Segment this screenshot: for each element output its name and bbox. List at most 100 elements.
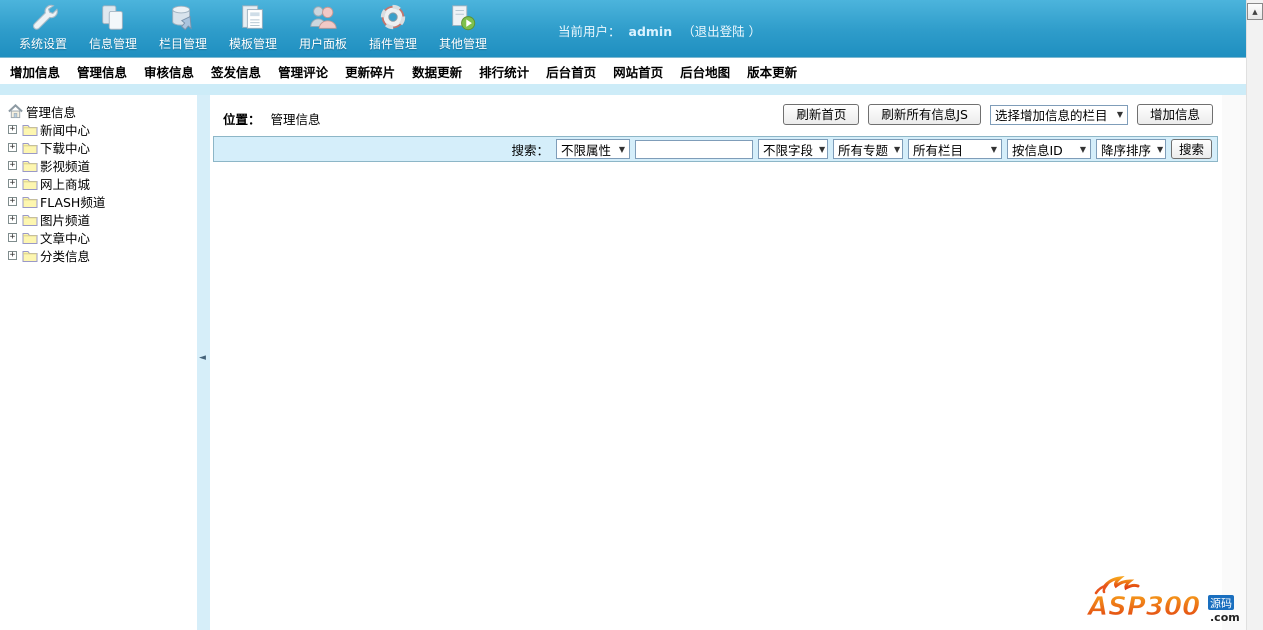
folder-icon xyxy=(22,213,38,226)
chevron-down-icon: ▼ xyxy=(1079,144,1086,154)
wrench-icon xyxy=(28,2,58,34)
search-field-select[interactable]: 不限字段 ▼ xyxy=(757,139,828,159)
select-value: 选择增加信息的栏目 xyxy=(994,108,1108,123)
search-bar: 搜索： 不限属性 ▼ 不限字段 ▼ 所有专题 ▼ 所有栏目 ▼ 按信息ID ▼ xyxy=(213,136,1218,162)
nav-template-management[interactable]: 模板管理 xyxy=(218,2,288,56)
nav-info-management[interactable]: 信息管理 xyxy=(78,2,148,56)
folder-icon xyxy=(22,231,38,244)
menu-item-admin-map[interactable]: 后台地图 xyxy=(680,62,730,81)
expand-plus-icon[interactable]: + xyxy=(8,161,17,170)
select-value: 按信息ID xyxy=(1011,142,1063,158)
tree-item-article-center: + 文章中心 xyxy=(8,229,197,246)
logo-suffix: .com xyxy=(1210,611,1240,624)
expand-plus-icon[interactable]: + xyxy=(8,143,17,152)
menu-item-manage-comments[interactable]: 管理评论 xyxy=(278,62,328,81)
menu-item-version-update[interactable]: 版本更新 xyxy=(747,62,797,81)
main-content: 位置： 管理信息 刷新首页 刷新所有信息JS 选择增加信息的栏目 ▼ 增加信息 搜… xyxy=(210,95,1222,630)
tree-label[interactable]: 文章中心 xyxy=(40,228,90,247)
breadcrumb: 位置： 管理信息 xyxy=(223,109,321,128)
right-gutter xyxy=(1222,95,1246,630)
template-icon xyxy=(238,2,268,34)
search-orderdir-select[interactable]: 降序排序 ▼ xyxy=(1095,139,1166,159)
folder-icon xyxy=(22,177,38,190)
tree-label[interactable]: 网上商城 xyxy=(40,174,90,193)
menu-item-admin-home[interactable]: 后台首页 xyxy=(546,62,596,81)
search-column-select[interactable]: 所有栏目 ▼ xyxy=(907,139,1002,159)
tree-label[interactable]: 分类信息 xyxy=(40,246,90,265)
nav-user-panel[interactable]: 用户面板 xyxy=(288,2,358,56)
refresh-all-js-button[interactable]: 刷新所有信息JS xyxy=(868,104,981,125)
search-topic-select[interactable]: 所有专题 ▼ xyxy=(832,139,903,159)
nav-other-management[interactable]: 其他管理 xyxy=(428,2,498,56)
collapse-left-icon: ◄ xyxy=(199,353,206,363)
menu-item-data-update[interactable]: 数据更新 xyxy=(412,62,462,81)
search-button[interactable]: 搜索 xyxy=(1170,139,1212,159)
vertical-scrollbar[interactable]: ▲ xyxy=(1246,0,1263,630)
select-value: 所有栏目 xyxy=(912,142,963,158)
nav-label: 插件管理 xyxy=(368,37,417,51)
refresh-home-button[interactable]: 刷新首页 xyxy=(783,104,860,125)
tree-label[interactable]: FLASH频道 xyxy=(40,192,105,211)
menu-item-sign-info[interactable]: 签发信息 xyxy=(211,62,261,81)
user-info: 当前用户： admin （退出登陆 ） xyxy=(558,21,761,40)
header-nav: 系统设置 信息管理 栏目管理 模板管理 用户面板 插件管理 其他管理 xyxy=(8,2,498,56)
menu-item-ranking-stats[interactable]: 排行统计 xyxy=(479,62,529,81)
nav-label: 系统设置 xyxy=(18,37,67,51)
tree-label[interactable]: 影视频道 xyxy=(40,156,90,175)
chevron-down-icon: ▼ xyxy=(990,144,997,154)
logo-text: ASP300 xyxy=(1086,592,1200,622)
logout-link[interactable]: （退出登陆 ） xyxy=(682,24,761,39)
divider-strip xyxy=(0,84,1246,95)
search-keyword-input[interactable] xyxy=(634,139,753,159)
expand-plus-icon[interactable]: + xyxy=(8,251,17,260)
tree-item-flash-channel: + FLASH频道 xyxy=(8,193,197,210)
nav-label: 模板管理 xyxy=(228,37,277,51)
current-user-label: 当前用户： xyxy=(558,24,621,39)
select-value: 所有专题 xyxy=(837,142,888,158)
tree-label[interactable]: 图片频道 xyxy=(40,210,90,229)
menu-item-update-fragments[interactable]: 更新碎片 xyxy=(345,62,395,81)
add-info-column-select[interactable]: 选择增加信息的栏目 ▼ xyxy=(989,104,1128,125)
nav-system-settings[interactable]: 系统设置 xyxy=(8,2,78,56)
folder-icon xyxy=(22,141,38,154)
search-orderby-select[interactable]: 按信息ID ▼ xyxy=(1006,139,1091,159)
menubar: 增加信息 管理信息 审核信息 签发信息 管理评论 更新碎片 数据更新 排行统计 … xyxy=(0,57,1246,84)
folder-icon xyxy=(22,249,38,262)
tree-item-video-channel: + 影视频道 xyxy=(8,157,197,174)
tree-item-download-center: + 下载中心 xyxy=(8,139,197,156)
menu-item-add-info[interactable]: 增加信息 xyxy=(10,62,60,81)
nav-plugin-management[interactable]: 插件管理 xyxy=(358,2,428,56)
add-info-button[interactable]: 增加信息 xyxy=(1136,104,1213,125)
nav-label: 用户面板 xyxy=(298,37,347,51)
scroll-up-icon[interactable]: ▲ xyxy=(1247,3,1263,20)
tree-item-classified-info: + 分类信息 xyxy=(8,247,197,264)
sidebar-collapse-handle[interactable]: ◄ xyxy=(197,95,210,630)
logo-badge-text: 源码 xyxy=(1210,596,1232,610)
tree-root-label[interactable]: 管理信息 xyxy=(26,102,76,121)
expand-plus-icon[interactable]: + xyxy=(8,215,17,224)
menu-item-review-info[interactable]: 审核信息 xyxy=(144,62,194,81)
menu-item-manage-info[interactable]: 管理信息 xyxy=(77,62,127,81)
search-label: 搜索： xyxy=(511,142,549,158)
breadcrumb-value: 管理信息 xyxy=(270,112,321,127)
expand-plus-icon[interactable]: + xyxy=(8,179,17,188)
select-value: 不限字段 xyxy=(762,142,813,158)
tree-item-news-center: + 新闻中心 xyxy=(8,121,197,138)
search-attribute-select[interactable]: 不限属性 ▼ xyxy=(555,139,630,159)
asp300-logo[interactable]: ASP300 源码 .com xyxy=(1086,571,1241,626)
expand-plus-icon[interactable]: + xyxy=(8,125,17,134)
chevron-down-icon: ▼ xyxy=(618,144,625,154)
expand-plus-icon[interactable]: + xyxy=(8,233,17,242)
top-header: 系统设置 信息管理 栏目管理 模板管理 用户面板 插件管理 其他管理 当前用户：… xyxy=(0,0,1246,57)
tree-label[interactable]: 下载中心 xyxy=(40,138,90,157)
chevron-down-icon: ▼ xyxy=(819,144,826,154)
folder-icon xyxy=(22,123,38,136)
menu-item-site-home[interactable]: 网站首页 xyxy=(613,62,663,81)
tree-root: 管理信息 xyxy=(8,103,197,120)
nav-column-management[interactable]: 栏目管理 xyxy=(148,2,218,56)
tree-label[interactable]: 新闻中心 xyxy=(40,120,90,139)
expand-plus-icon[interactable]: + xyxy=(8,197,17,206)
home-icon xyxy=(8,104,23,119)
folder-icon xyxy=(22,195,38,208)
documents-icon xyxy=(98,2,128,34)
